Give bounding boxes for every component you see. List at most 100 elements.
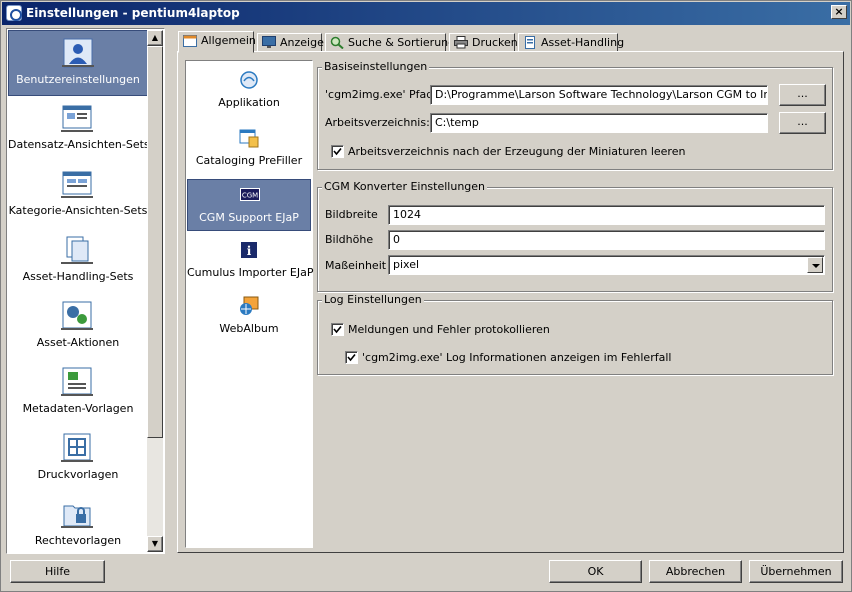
log-messages-label: Meldungen und Fehler protokollieren xyxy=(348,323,550,336)
group-log-einstellungen: Log Einstellungen Meldungen und Fehler p… xyxy=(317,293,833,375)
scroll-up-button[interactable]: ▲ xyxy=(147,30,163,46)
sidebar-item-asset-handling-sets[interactable]: Asset-Handling-Sets xyxy=(8,228,148,294)
tab-allgemein[interactable]: Allgemein xyxy=(178,31,256,53)
settings-window: Einstellungen - pentium4laptop × Benutze… xyxy=(0,0,852,592)
slider-icon xyxy=(61,328,93,332)
sidebar-item-label: Metadaten-Vorlagen xyxy=(22,402,134,415)
sidebar-item-label: Rechtevorlagen xyxy=(34,534,122,547)
sidebar-item-asset-aktionen[interactable]: Asset-Aktionen xyxy=(8,294,148,360)
slider-icon xyxy=(61,394,93,398)
info-icon: i xyxy=(241,242,257,258)
tab-label: Drucken xyxy=(472,36,518,49)
monitor-icon xyxy=(262,36,276,48)
cgm-icon: CGM xyxy=(240,188,260,201)
clear-workdir-checkbox[interactable] xyxy=(331,145,344,158)
ok-button[interactable]: OK xyxy=(549,560,642,583)
group-cgm-konverter: CGM Konverter Einstellungen Bildbreite 1… xyxy=(317,180,833,292)
tab-label: Anzeige xyxy=(280,36,324,49)
sidebar-item-label: Datensatz-Ansichten-Sets xyxy=(8,138,148,151)
tab-drucken[interactable]: Drucken xyxy=(449,33,518,52)
log-messages-checkbox[interactable] xyxy=(331,323,344,336)
tab-panel-allgemein: Applikation Cataloging PreFiller CGM CGM… xyxy=(177,51,844,553)
slider-icon xyxy=(61,262,93,266)
sidebar-item-label: Kategorie-Ansichten-Sets xyxy=(8,204,148,217)
plugin-label: Cumulus Importer EJaP xyxy=(187,266,314,279)
title-bar: Einstellungen - pentium4laptop × xyxy=(2,2,850,25)
sidebar-item-benutzereinstellungen[interactable]: Benutzereinstellungen xyxy=(8,30,148,96)
workdir-label: Arbeitsverzeichnis: xyxy=(325,116,430,129)
close-button[interactable]: × xyxy=(831,5,847,19)
sidebar-item-kategorie-ansichten-sets[interactable]: Kategorie-Ansichten-Sets xyxy=(8,162,148,228)
document-icon xyxy=(525,36,535,49)
printer-icon xyxy=(454,36,468,49)
slider-icon xyxy=(62,65,94,69)
plugin-item-cumulus-importer-ejap[interactable]: i Cumulus Importer EJaP xyxy=(187,235,314,287)
height-label: Bildhöhe xyxy=(325,233,374,246)
help-button[interactable]: Hilfe xyxy=(10,560,105,583)
tab-anzeige[interactable]: Anzeige xyxy=(257,33,324,52)
log-info-label: 'cgm2img.exe' Log Informationen anzeigen… xyxy=(362,351,672,364)
scroll-thumb[interactable] xyxy=(147,46,163,438)
plugin-label: Cataloging PreFiller xyxy=(195,154,303,167)
slider-icon xyxy=(61,196,93,200)
plugin-item-applikation[interactable]: Applikation xyxy=(187,65,311,117)
unit-label: Maßeinheit xyxy=(325,259,387,272)
browse-workdir-button[interactable]: ... xyxy=(779,112,826,134)
plugin-item-cataloging-prefiller[interactable]: Cataloging PreFiller xyxy=(187,123,311,175)
clear-workdir-label: Arbeitsverzeichnis nach der Erzeugung de… xyxy=(348,145,686,158)
chevron-down-icon[interactable] xyxy=(807,257,823,273)
plugin-label: CGM Support EJaP xyxy=(199,211,299,224)
application-icon xyxy=(240,71,258,89)
plugin-list: Applikation Cataloging PreFiller CGM CGM… xyxy=(185,60,313,548)
slider-icon xyxy=(61,526,93,530)
workdir-field[interactable]: C:\temp xyxy=(430,113,768,133)
app-icon xyxy=(6,5,22,21)
webalbum-icon xyxy=(240,296,259,315)
svg-text:CGM: CGM xyxy=(242,192,258,200)
group-legend: CGM Konverter Einstellungen xyxy=(322,180,488,193)
apply-button[interactable]: Übernehmen xyxy=(749,560,843,583)
plugin-label: WebAlbum xyxy=(219,322,279,335)
sidebar-scrollbar[interactable]: ▲ ▼ xyxy=(147,30,163,552)
settings-category-list: Benutzereinstellungen Datensatz-Ansichte… xyxy=(6,28,165,554)
sidebar-item-label: Asset-Aktionen xyxy=(36,336,120,349)
sidebar-item-druckvorlagen[interactable]: Druckvorlagen xyxy=(8,426,148,492)
plugin-label: Applikation xyxy=(218,96,280,109)
sidebar-item-datensatz-ansichten-sets[interactable]: Datensatz-Ansichten-Sets xyxy=(8,96,148,162)
group-basiseinstellungen: Basiseinstellungen 'cgm2img.exe' Pfad: D… xyxy=(317,60,833,170)
svg-text:i: i xyxy=(247,244,252,258)
plugin-item-webalbum[interactable]: WebAlbum xyxy=(187,291,311,343)
scroll-down-button[interactable]: ▼ xyxy=(147,536,163,552)
browse-path-button[interactable]: ... xyxy=(779,84,826,106)
group-legend: Basiseinstellungen xyxy=(322,60,430,73)
group-legend: Log Einstellungen xyxy=(322,293,424,306)
plugin-item-cgm-support-ejap[interactable]: CGM CGM Support EJaP xyxy=(187,179,311,231)
sidebar-item-label: Benutzereinstellungen xyxy=(16,73,140,86)
path-label: 'cgm2img.exe' Pfad: xyxy=(325,88,437,101)
tab-label: Allgemein xyxy=(201,34,256,47)
log-info-checkbox[interactable] xyxy=(345,351,358,364)
slider-icon xyxy=(61,130,93,134)
sidebar-item-rechtevorlagen[interactable]: Rechtevorlagen xyxy=(8,492,148,552)
tab-label: Asset-Handling xyxy=(541,36,625,49)
unit-select-value: pixel xyxy=(393,258,420,271)
tab-asset-handling[interactable]: Asset-Handling xyxy=(518,33,624,52)
unit-select[interactable]: pixel xyxy=(388,255,825,275)
check-icon xyxy=(333,147,342,156)
tab-label: Suche & Sortierung xyxy=(348,36,456,49)
sidebar-item-label: Asset-Handling-Sets xyxy=(22,270,134,283)
sidebar-item-metadaten-vorlagen[interactable]: Metadaten-Vorlagen xyxy=(8,360,148,426)
width-label: Bildbreite xyxy=(325,208,378,221)
image-width-field[interactable]: 1024 xyxy=(388,205,825,225)
check-icon xyxy=(333,325,342,334)
slider-icon xyxy=(61,460,93,464)
tab-suche-sortierung[interactable]: Suche & Sortierung xyxy=(325,33,455,52)
cancel-button[interactable]: Abbrechen xyxy=(649,560,742,583)
window-title: Einstellungen - pentium4laptop xyxy=(26,6,240,20)
check-icon xyxy=(347,353,356,362)
cgm2img-path-field[interactable]: D:\Programme\Larson Software Technology\… xyxy=(430,85,768,105)
image-height-field[interactable]: 0 xyxy=(388,230,825,250)
calendar-icon xyxy=(183,35,197,47)
magnifier-icon xyxy=(330,36,344,49)
prefiller-icon xyxy=(239,129,259,148)
